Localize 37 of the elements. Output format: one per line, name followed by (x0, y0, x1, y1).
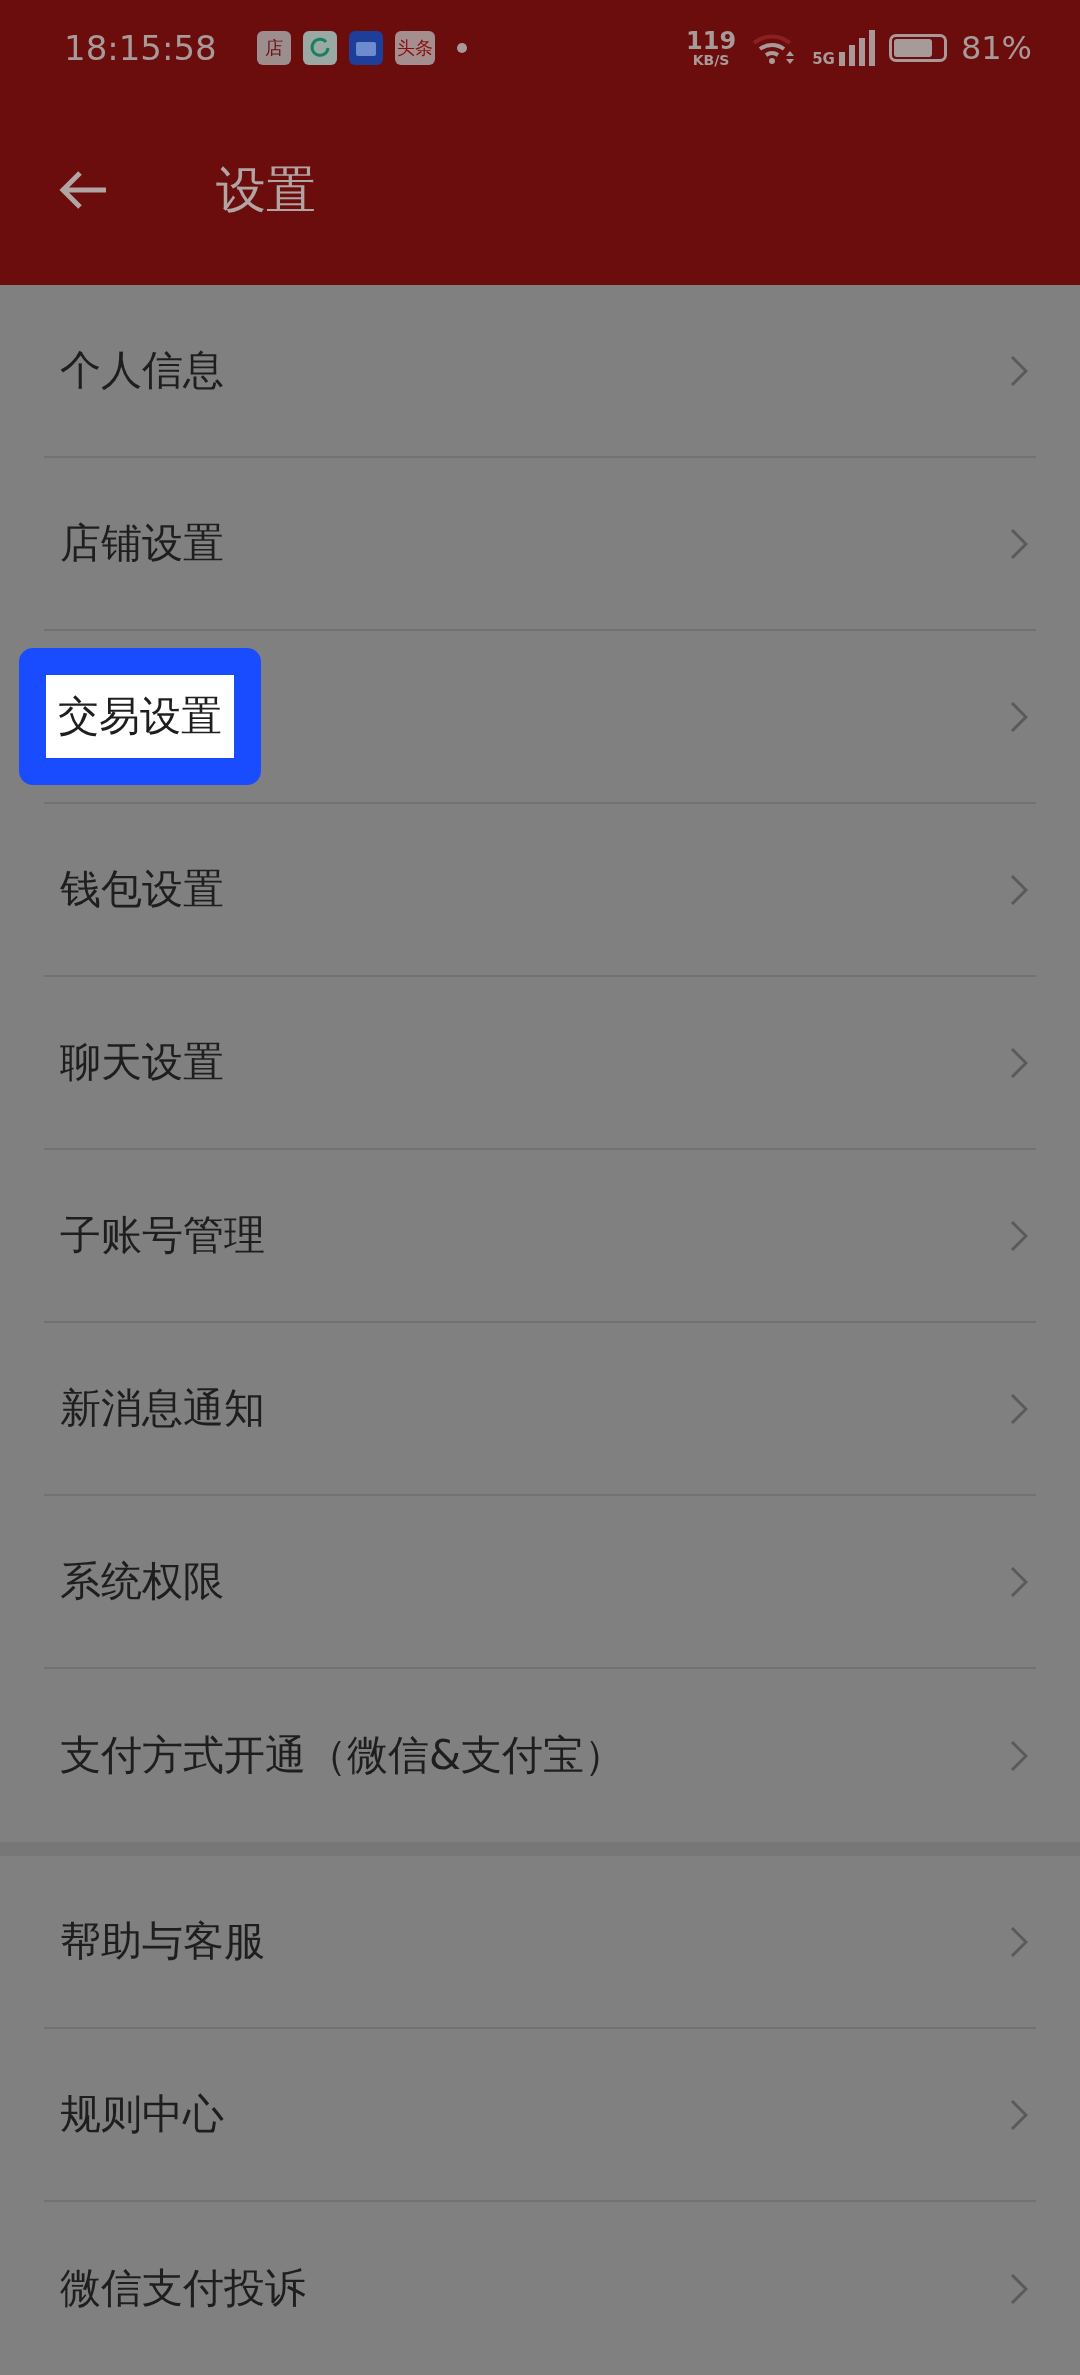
menu-item[interactable]: 钱包设置 (60, 862, 224, 917)
back-icon[interactable] (58, 170, 108, 210)
chevron-right-icon (1010, 1565, 1028, 1598)
chevron-right-icon (1010, 527, 1028, 560)
menu-item[interactable]: 微信支付投诉 (60, 2261, 306, 2316)
menu-item[interactable]: 新消息通知 (60, 1381, 265, 1436)
menu-item[interactable]: 系统权限 (60, 1554, 224, 1609)
menu-item[interactable]: 子账号管理 (60, 1208, 265, 1263)
chevron-right-icon (1010, 2272, 1028, 2305)
folder-icon (348, 30, 383, 65)
chevron-right-icon (1010, 2098, 1028, 2131)
highlighted-menu-item[interactable]: 交易设置 (19, 648, 261, 785)
app-badge: 头条 (394, 30, 435, 65)
chevron-right-icon (1010, 354, 1028, 387)
menu-item[interactable]: 帮助与客服 (60, 1914, 265, 1969)
chevron-right-icon (1010, 873, 1028, 906)
chevron-right-icon (1010, 1046, 1028, 1079)
notification-dot-icon (456, 42, 467, 53)
chevron-right-icon (1010, 1739, 1028, 1772)
network-speed: 119 KB/S (686, 28, 737, 67)
battery-percent: 81% (960, 28, 1032, 67)
menu-item[interactable]: 规则中心 (60, 2087, 224, 2142)
menu-item[interactable]: 店铺设置 (60, 516, 224, 571)
menu-item[interactable]: 聊天设置 (60, 1035, 224, 1090)
menu-item[interactable]: 支付方式开通（微信&支付宝） (60, 1728, 625, 1783)
battery-icon (888, 33, 947, 62)
page-title: 设置 (216, 159, 316, 221)
signal-icon (838, 29, 875, 66)
chevron-right-icon (1010, 1925, 1028, 1958)
refresh-icon (302, 30, 337, 65)
network-type: 5G (812, 49, 835, 68)
menu-item[interactable]: 个人信息 (60, 343, 224, 398)
status-time: 18:15:58 (64, 27, 217, 68)
chevron-right-icon (1010, 700, 1028, 733)
chevron-right-icon (1010, 1392, 1028, 1425)
app-badge: 店 (256, 30, 291, 65)
chevron-right-icon (1010, 1219, 1028, 1252)
